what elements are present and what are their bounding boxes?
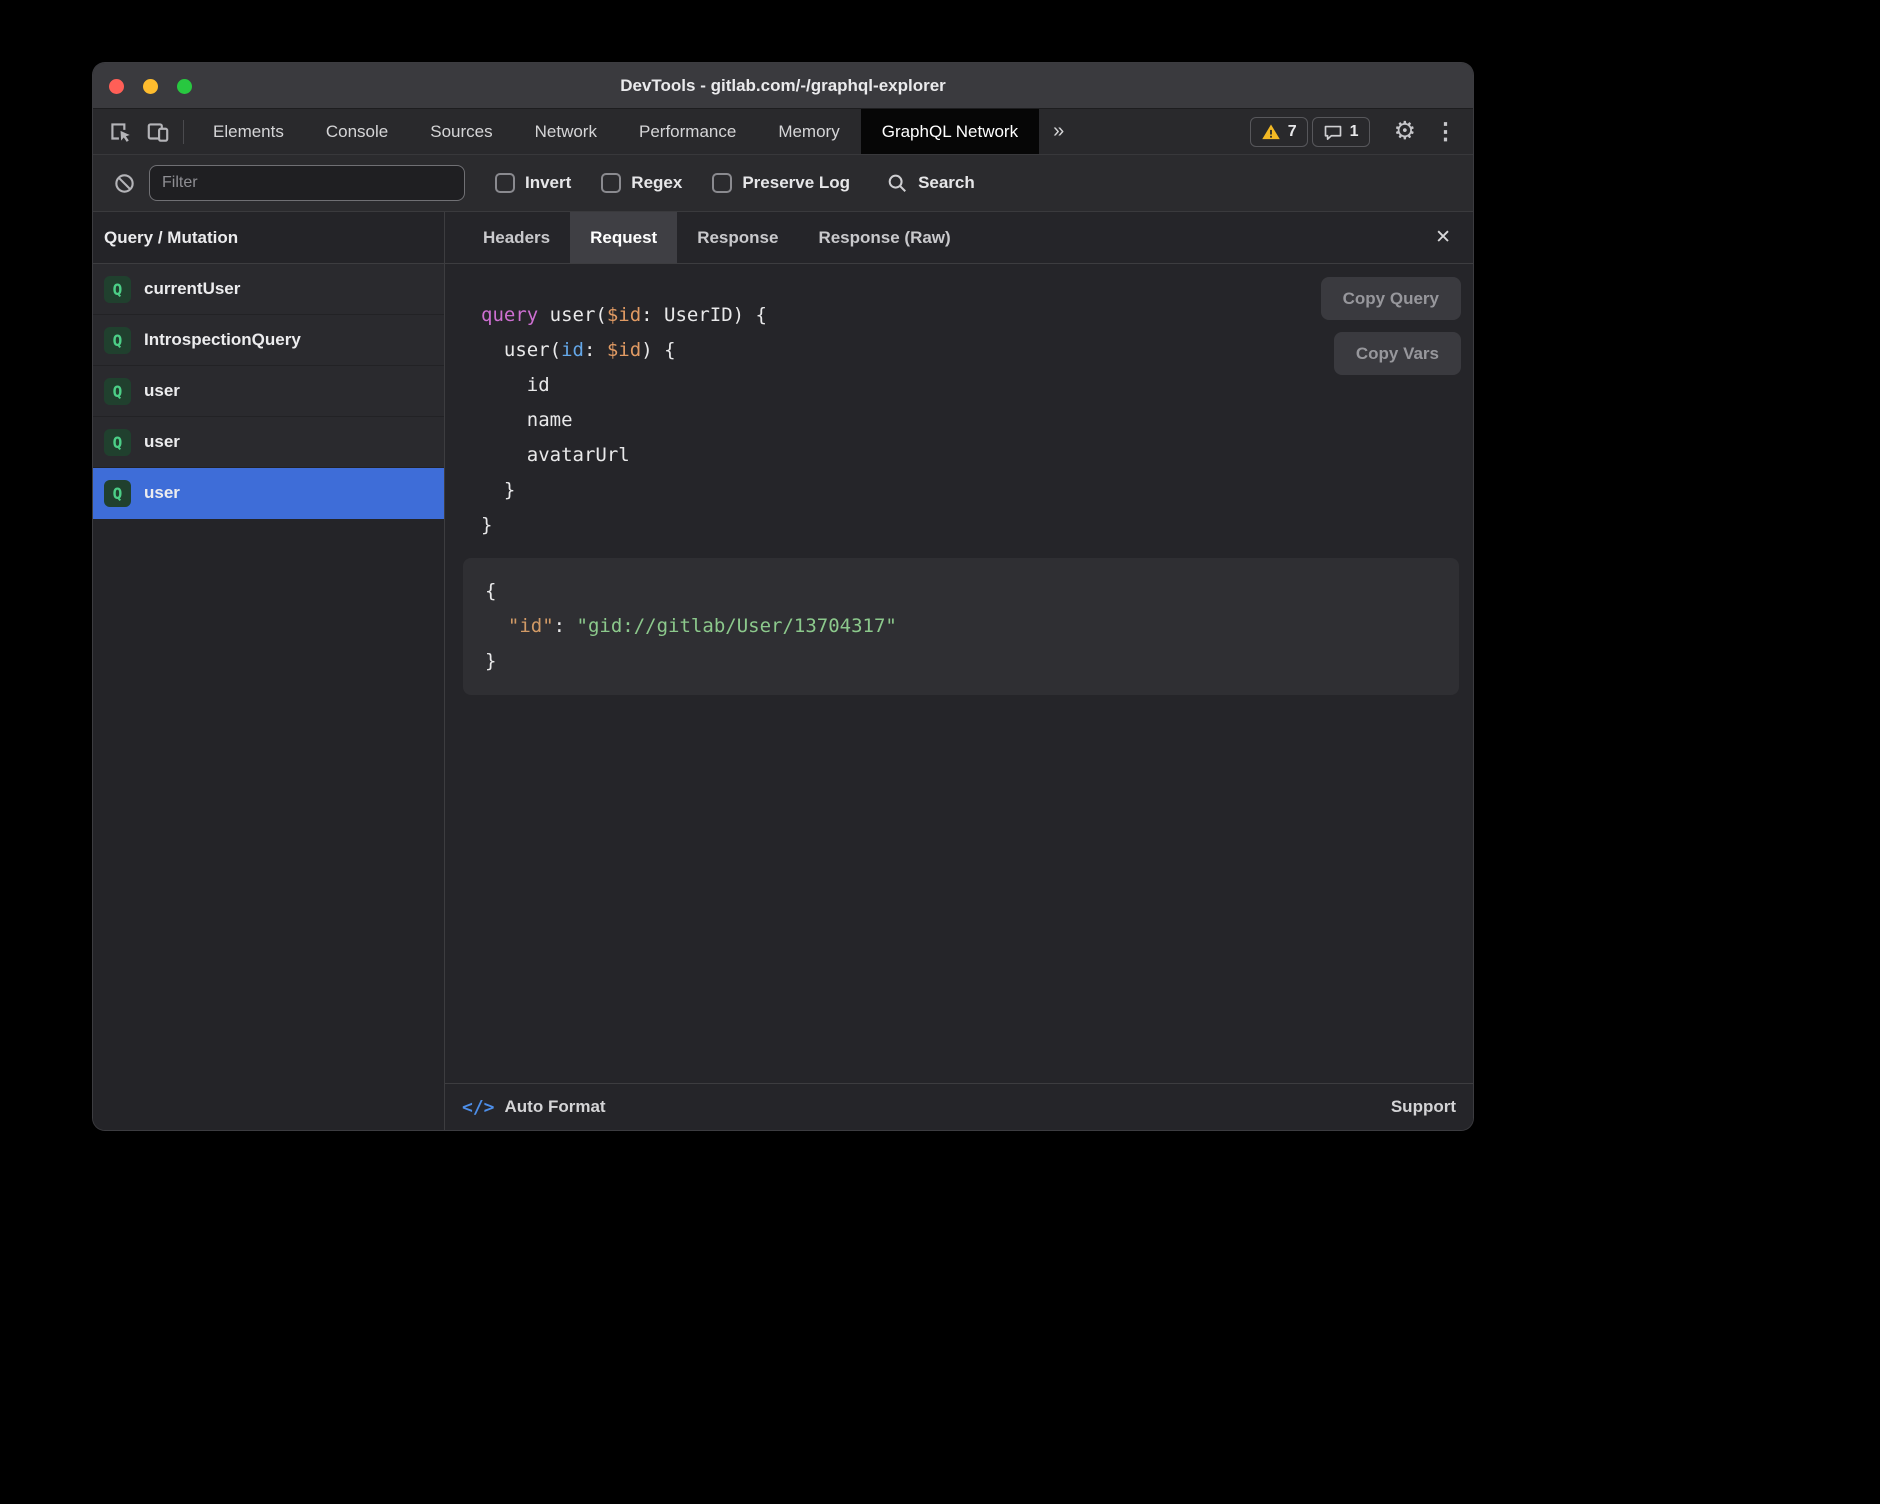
- zoom-window-button[interactable]: [177, 79, 192, 94]
- graphql-query-code: query user($id: UserID) { user(id: $id) …: [481, 298, 1473, 543]
- query-code-line: }: [481, 473, 1473, 508]
- title-bar: DevTools - gitlab.com/-/graphql-explorer: [93, 63, 1473, 109]
- devtools-tab-elements[interactable]: Elements: [192, 109, 305, 154]
- checkbox-label: Regex: [631, 173, 682, 193]
- warning-icon: [1261, 122, 1281, 142]
- sidebar-header: Query / Mutation: [93, 212, 444, 264]
- checkbox-box-regex[interactable]: [601, 173, 621, 193]
- filter-input[interactable]: [149, 165, 465, 201]
- panel-tabs: HeadersRequestResponseResponse (Raw): [463, 212, 971, 263]
- query-list-item-user[interactable]: Quser: [93, 366, 444, 417]
- query-badge-icon: Q: [104, 378, 131, 405]
- close-panel-icon[interactable]: ✕: [1413, 212, 1473, 263]
- query-list-item-introspectionquery[interactable]: Q IntrospectionQuery: [93, 315, 444, 366]
- panel-tab-bar: HeadersRequestResponseResponse (Raw) ✕: [445, 212, 1473, 264]
- checkbox-box-invert[interactable]: [495, 173, 515, 193]
- devtools-tab-bar: ElementsConsoleSourcesNetworkPerformance…: [93, 109, 1473, 155]
- devtools-tab-performance[interactable]: Performance: [618, 109, 757, 154]
- panel-tab-response-raw[interactable]: Response (Raw): [798, 212, 970, 263]
- traffic-lights: [109, 63, 192, 109]
- checkbox-box-preserve-log[interactable]: [712, 173, 732, 193]
- panel-tab-response[interactable]: Response: [677, 212, 798, 263]
- console-messages-count: 1: [1350, 123, 1359, 141]
- divider: [183, 120, 184, 144]
- search-label: Search: [918, 173, 975, 193]
- checkbox-label: Preserve Log: [742, 173, 850, 193]
- more-tabs-button[interactable]: »: [1039, 109, 1078, 154]
- query-list-item-user[interactable]: Quser: [93, 417, 444, 468]
- query-label: user: [144, 381, 180, 401]
- panel-footer: </> Auto Format Support: [445, 1083, 1473, 1130]
- speech-bubble-icon: [1323, 122, 1343, 142]
- console-messages-badge[interactable]: 1: [1312, 117, 1370, 147]
- panel-tab-request[interactable]: Request: [570, 212, 677, 263]
- devtools-tab-network[interactable]: Network: [514, 109, 618, 154]
- devtools-window: DevTools - gitlab.com/-/graphql-explorer…: [93, 63, 1473, 1130]
- device-toolbar-icon[interactable]: [139, 109, 177, 154]
- query-label: user: [144, 483, 180, 503]
- close-window-button[interactable]: [109, 79, 124, 94]
- query-label: currentUser: [144, 279, 240, 299]
- filter-options: Invert Regex Preserve Log: [495, 173, 850, 193]
- settings-gear-icon[interactable]: ⚙: [1394, 119, 1416, 144]
- request-detail: query user($id: UserID) { user(id: $id) …: [445, 264, 1473, 1083]
- search-icon: [886, 172, 908, 194]
- devtools-tab-sources[interactable]: Sources: [409, 109, 513, 154]
- devtools-tab-memory[interactable]: Memory: [757, 109, 860, 154]
- more-options-icon[interactable]: ⋮: [1434, 120, 1457, 143]
- auto-format-icon[interactable]: </>: [462, 1097, 495, 1118]
- vars-code-line: }: [485, 644, 1437, 679]
- support-link[interactable]: Support: [1391, 1097, 1456, 1117]
- query-code-line: user(id: $id) {: [481, 333, 1473, 368]
- query-sidebar: Query / Mutation QcurrentUserQIntrospect…: [93, 212, 445, 1130]
- search-control[interactable]: Search: [886, 172, 975, 194]
- copy-vars-button[interactable]: Copy Vars: [1334, 332, 1461, 375]
- query-list-item-currentuser[interactable]: QcurrentUser: [93, 264, 444, 315]
- query-badge-icon: Q: [104, 429, 131, 456]
- query-list: QcurrentUserQIntrospectionQueryQuserQuse…: [93, 264, 444, 519]
- minimize-window-button[interactable]: [143, 79, 158, 94]
- auto-format-label[interactable]: Auto Format: [505, 1097, 606, 1117]
- main-split: Query / Mutation QcurrentUserQIntrospect…: [93, 212, 1473, 1130]
- clear-icon[interactable]: [107, 172, 141, 195]
- query-code-line: id: [481, 368, 1473, 403]
- request-panel: HeadersRequestResponseResponse (Raw) ✕ q…: [445, 212, 1473, 1130]
- query-variables-box: { "id": "gid://gitlab/User/13704317"}: [463, 558, 1459, 695]
- copy-query-button[interactable]: Copy Query: [1321, 277, 1461, 320]
- query-code-line: }: [481, 508, 1473, 543]
- devtools-tab-console[interactable]: Console: [305, 109, 409, 154]
- query-label: user: [144, 432, 180, 452]
- checkbox-invert[interactable]: Invert: [495, 173, 571, 193]
- query-badge-icon: Q: [104, 327, 131, 354]
- window-title: DevTools - gitlab.com/-/graphql-explorer: [93, 76, 1473, 96]
- tabbar-right-controls: 7 1 ⚙ ⋮: [1250, 109, 1473, 154]
- inspect-element-icon[interactable]: [101, 109, 139, 154]
- query-list-item-user[interactable]: Quser: [93, 468, 444, 519]
- query-code-line: name: [481, 403, 1473, 438]
- panel-tab-headers[interactable]: Headers: [463, 212, 570, 263]
- issues-badge[interactable]: 7: [1250, 117, 1308, 147]
- checkbox-preserve-log[interactable]: Preserve Log: [712, 173, 850, 193]
- vars-code-line: "id": "gid://gitlab/User/13704317": [485, 609, 1437, 644]
- devtools-tab-graphql-network[interactable]: GraphQL Network: [861, 109, 1039, 154]
- checkbox-label: Invert: [525, 173, 571, 193]
- query-label: IntrospectionQuery: [144, 330, 301, 350]
- checkbox-regex[interactable]: Regex: [601, 173, 682, 193]
- query-badge-icon: Q: [104, 276, 131, 303]
- query-code-line: avatarUrl: [481, 438, 1473, 473]
- issues-count: 7: [1288, 123, 1297, 141]
- devtools-tabs: ElementsConsoleSourcesNetworkPerformance…: [192, 109, 1039, 154]
- filter-toolbar: Invert Regex Preserve Log Search: [93, 155, 1473, 212]
- query-badge-icon: Q: [104, 480, 131, 507]
- vars-code-line: {: [485, 574, 1437, 609]
